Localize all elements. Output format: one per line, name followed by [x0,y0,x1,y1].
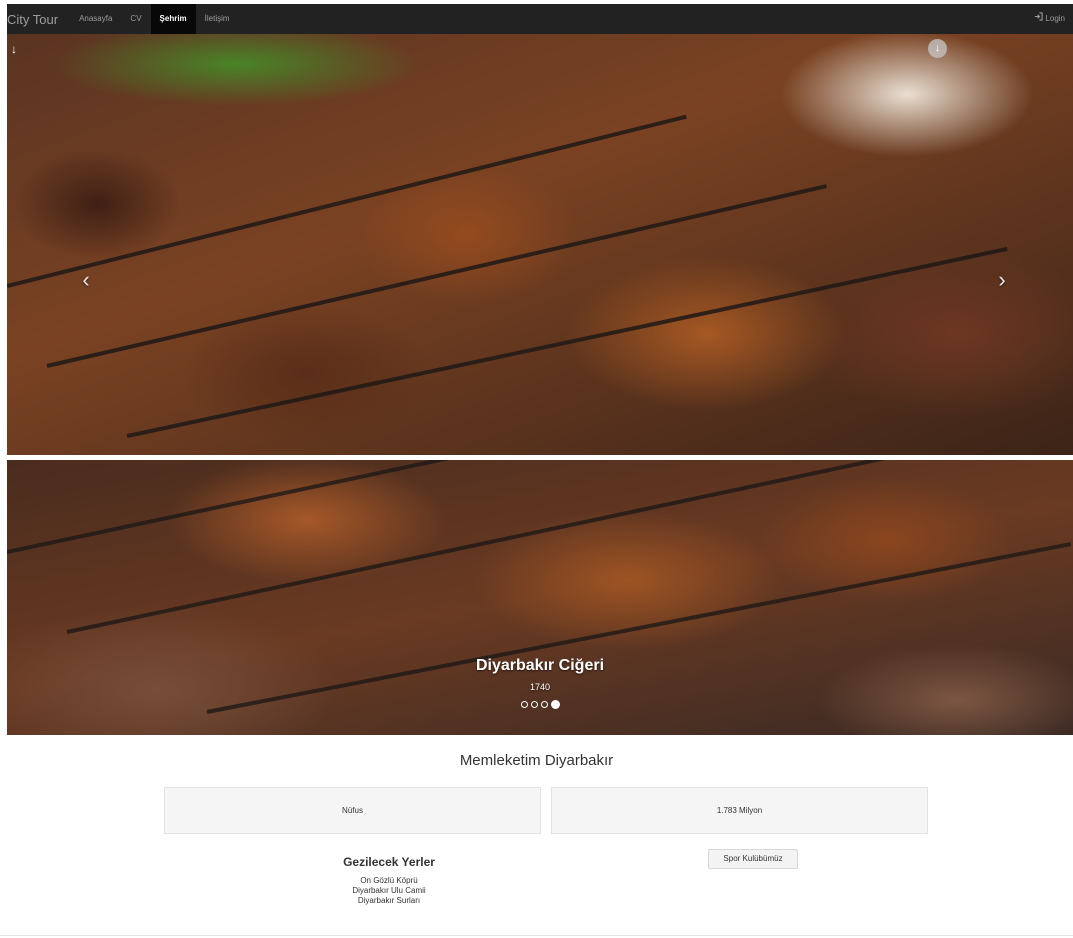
login-icon [1034,4,1044,34]
nav-item-anasayfa[interactable]: Anasayfa [70,4,121,34]
places-section: Gezilecek Yerler On Gözlü Köprü Diyarbak… [164,855,614,906]
login-link[interactable]: Login [1034,4,1065,34]
carousel-indicators [7,700,1073,709]
arrow-down-circle-icon[interactable]: ↓ [928,39,947,58]
sport-club-button[interactable]: Spor Kulübümüz [708,849,798,869]
carousel-caption-slide: Diyarbakır Ciğeri 1740 [7,460,1073,735]
page-title: Memleketim Diyarbakır [459,752,614,769]
carousel-slide-image [7,34,1073,455]
nav-item-sehrim[interactable]: Şehrim [150,4,196,34]
carousel-indicator-1[interactable] [520,701,528,708]
chevron-right-icon[interactable]: › [990,268,1014,292]
places-list: On Gözlü Köprü Diyarbakır Ulu Camii Diya… [164,876,614,906]
list-item: Diyarbakır Surları [357,896,421,905]
population-value-card: 1.783 Milyon [551,787,928,834]
arrow-down-icon[interactable]: ↓ [11,42,17,56]
carousel-caption: Diyarbakır Ciğeri 1740 [7,657,1073,692]
brand-link[interactable]: City Tour [7,12,70,27]
list-item: On Gözlü Köprü [360,876,418,885]
carousel-indicator-2[interactable] [530,701,538,708]
nav-item-cv[interactable]: CV [121,4,150,34]
population-label-card: Nüfus [164,787,541,834]
caption-year: 1740 [529,682,551,692]
navbar: City Tour Anasayfa CV Şehrim İletişim Lo… [7,4,1073,34]
carousel-indicator-3[interactable] [540,701,548,708]
chevron-left-icon[interactable]: ‹ [74,268,98,292]
caption-title: Diyarbakır Ciğeri [475,657,605,674]
nav-item-iletisim[interactable]: İletişim [196,4,239,34]
footer-divider [0,935,1073,936]
login-label: Login [1045,14,1065,23]
places-title: Gezilecek Yerler [343,855,435,869]
carousel-indicator-4[interactable] [550,700,560,709]
list-item: Diyarbakır Ulu Camii [352,886,426,895]
